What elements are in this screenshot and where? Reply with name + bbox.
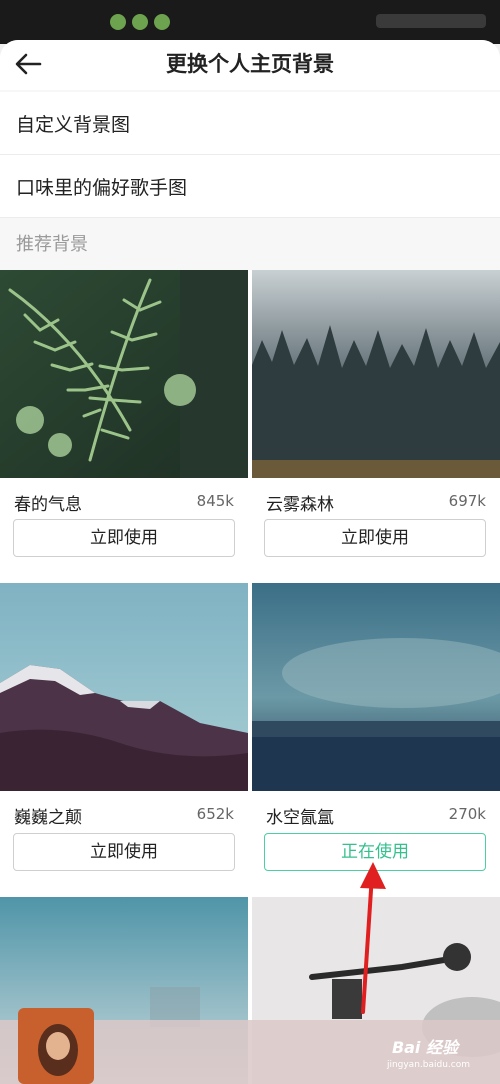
card-name: 云雾森林 [266, 495, 334, 515]
use-button[interactable]: 立即使用 [13, 833, 235, 871]
singer-background-label: 口味里的偏好歌手图 [16, 177, 188, 199]
card-count: 697k [448, 492, 486, 510]
use-button[interactable]: 立即使用 [13, 519, 235, 557]
singer-background-option[interactable]: 口味里的偏好歌手图 [0, 155, 500, 218]
status-bar [0, 0, 500, 44]
background-thumbnail-forest[interactable] [252, 270, 500, 478]
watermark-site: jingyan.baidu.com [386, 1060, 470, 1070]
background-thumbnail-lake[interactable] [252, 583, 500, 791]
custom-background-label: 自定义背景图 [16, 114, 131, 136]
card-count: 845k [196, 492, 234, 510]
recommended-section-label: 推荐背景 [16, 234, 88, 255]
status-icons [110, 14, 170, 30]
status-dot-icon [132, 14, 148, 30]
card-name: 春的气息 [14, 495, 82, 515]
page-title: 更换个人主页背景 [166, 52, 334, 76]
watermark-brand: Bai 经验 [391, 1038, 458, 1057]
player-cover-art[interactable] [18, 1008, 94, 1084]
card-count: 270k [448, 805, 486, 823]
card-count: 652k [196, 805, 234, 823]
use-button[interactable]: 立即使用 [264, 519, 486, 557]
in-use-button[interactable]: 正在使用 [264, 833, 486, 871]
status-dot-icon [110, 14, 126, 30]
status-indicators [376, 14, 486, 28]
top-bar: 更换个人主页背景 [0, 40, 500, 90]
status-dot-icon [154, 14, 170, 30]
card-name: 水空氤氲 [266, 808, 334, 828]
custom-background-option[interactable]: 自定义背景图 [0, 92, 500, 155]
background-thumbnail-mountain[interactable] [0, 583, 248, 791]
background-thumbnail-spring[interactable] [0, 270, 248, 478]
card-name: 巍巍之颠 [14, 808, 82, 828]
background-settings-sheet: 更换个人主页背景 自定义背景图 口味里的偏好歌手图 推荐背景 春的气息 845k… [0, 40, 500, 1084]
